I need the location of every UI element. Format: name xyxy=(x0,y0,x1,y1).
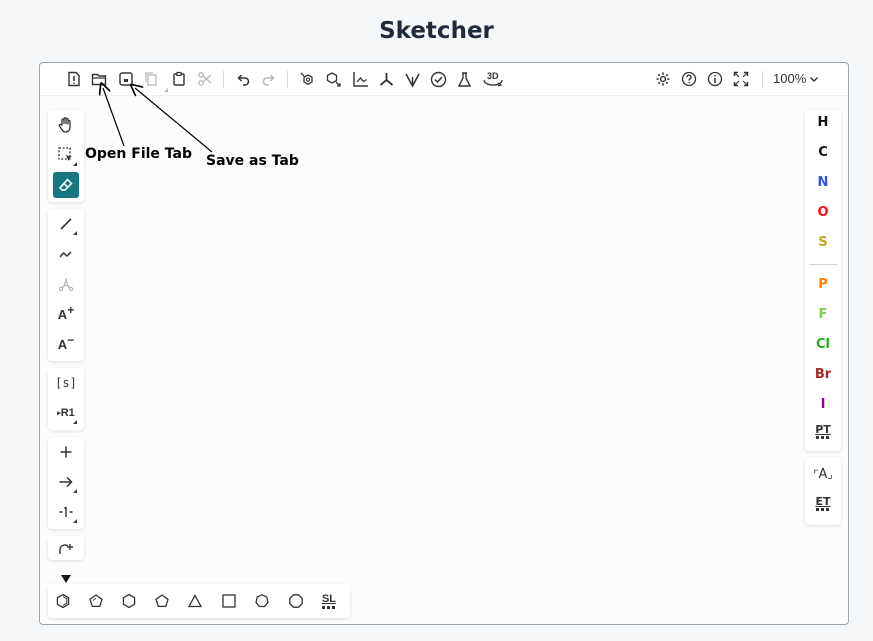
open-file-annotation: Open File Tab xyxy=(85,146,193,162)
open-file-arrow xyxy=(103,88,125,147)
annotation-arrows xyxy=(0,0,213,153)
save-as-annotation: Save as Tab xyxy=(206,153,299,169)
save-as-arrow xyxy=(135,88,213,153)
